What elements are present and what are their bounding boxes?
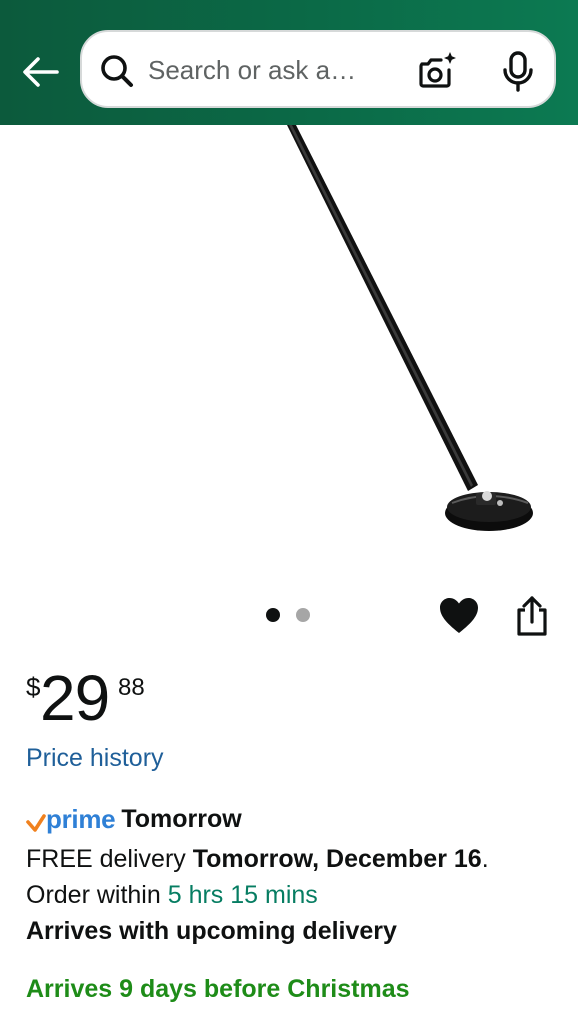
product-image[interactable]: [0, 125, 578, 575]
image-carousel-dots: [266, 608, 310, 622]
price-whole: 29: [40, 662, 110, 734]
camera-icon[interactable]: [416, 50, 458, 92]
price-history-link[interactable]: Price history: [26, 744, 164, 773]
prime-logo: prime: [46, 803, 116, 834]
heart-icon[interactable]: [437, 594, 481, 638]
prime-delivery-row: prime Tomorrow: [26, 802, 242, 836]
arrives-upcoming-text: Arrives with upcoming delivery: [26, 917, 397, 945]
free-delivery-line: FREE delivery Tomorrow, December 16.: [26, 845, 489, 874]
price-currency-symbol: $: [26, 672, 41, 702]
kickstand-image: [287, 125, 533, 531]
carousel-dot-2[interactable]: [296, 608, 310, 622]
christmas-arrival-note: Arrives 9 days before Christmas: [26, 975, 410, 1003]
share-icon[interactable]: [512, 594, 552, 638]
order-within-line: Order within 5 hrs 15 mins: [26, 881, 318, 910]
prime-check-icon: [26, 814, 46, 832]
search-bar[interactable]: [80, 30, 556, 108]
delivery-date: Tomorrow, December 16: [192, 845, 482, 873]
back-button[interactable]: [18, 50, 62, 94]
prime-speed: Tomorrow: [121, 804, 242, 833]
arrives-upcoming-line: Arrives with upcoming delivery: [26, 917, 397, 946]
order-countdown: 5 hrs 15 mins: [167, 881, 318, 909]
free-delivery-prefix: FREE delivery: [26, 845, 193, 873]
arrow-left-icon: [23, 57, 59, 87]
delivery-suffix: .: [481, 845, 489, 873]
price-fraction: 88: [118, 674, 145, 701]
order-within-prefix: Order within: [26, 881, 168, 909]
search-input[interactable]: [148, 52, 378, 88]
search-icon: [101, 55, 133, 87]
top-header: [0, 0, 578, 125]
carousel-dot-1[interactable]: [266, 608, 280, 622]
microphone-icon[interactable]: [498, 50, 538, 92]
